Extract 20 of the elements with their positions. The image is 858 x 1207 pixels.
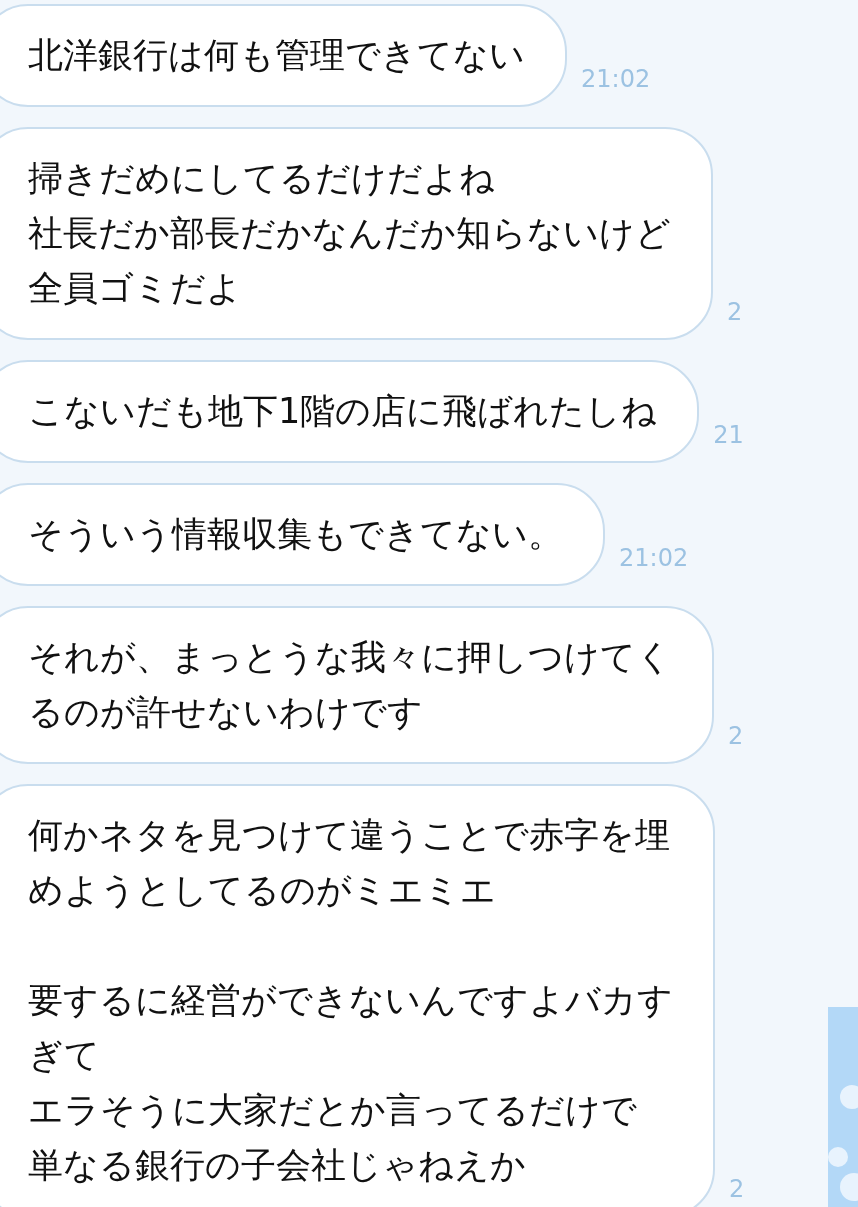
message-text: こないだも地下1階の店に飛ばれたしね — [28, 390, 658, 433]
message-text: るのが許せないわけです — [28, 691, 424, 734]
message-text: 全員ゴミだよ — [28, 267, 243, 310]
message-text: 単なる銀行の子会社じゃねえか — [28, 1144, 527, 1187]
message-time: 21:02 — [581, 65, 651, 95]
message-text: そういう情報収集もできてない。 — [28, 513, 563, 556]
message-text: 社長だか部長だかなんだか知らないけど — [28, 212, 671, 255]
message-text: ぎて — [28, 1034, 101, 1077]
message-text: 北洋銀行は何も管理できてない — [28, 34, 525, 77]
message-time: 2 — [727, 298, 743, 328]
message-text: エラそうに大家だとか言ってるだけで — [28, 1089, 638, 1132]
message-text: めようとしてるのがミエミエ — [28, 869, 497, 912]
message-text: それが、まっとうな我々に押しつけてく — [28, 636, 672, 679]
message-text: 要するに経営ができないんですよバカす — [28, 979, 673, 1022]
message-text: 何かネタを見つけて違うことで赤字を埋 — [28, 814, 671, 857]
message-text: 掃きだめにしてるだけだよね — [28, 157, 496, 200]
message-time: 21 — [713, 421, 744, 451]
message-time: 2 — [729, 1175, 745, 1205]
message-time: 21:02 — [619, 544, 689, 574]
message-time: 2 — [728, 722, 744, 752]
